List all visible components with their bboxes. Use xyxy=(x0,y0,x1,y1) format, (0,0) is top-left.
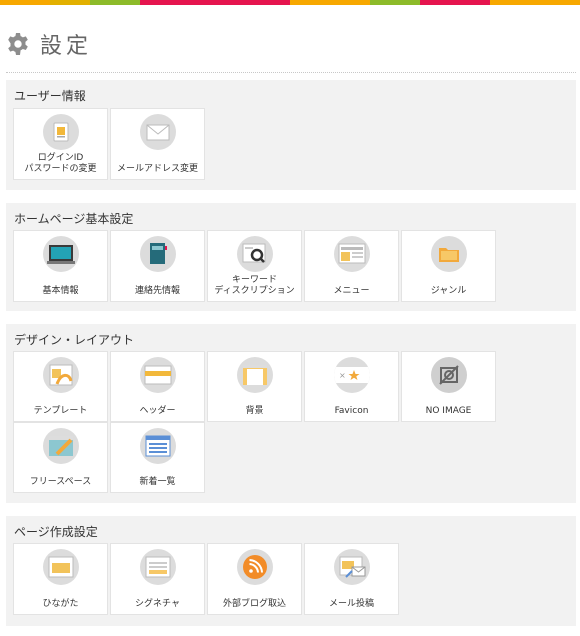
tile-favicon[interactable]: × Favicon xyxy=(304,351,399,422)
section-design-layout: デザイン・レイアウト テンプレート ヘッダー 背景 × Favicon NO I… xyxy=(6,324,576,503)
news-list-icon xyxy=(140,428,176,464)
top-color-segment xyxy=(290,0,370,5)
mail-post-icon xyxy=(334,549,370,585)
tile-template[interactable]: テンプレート xyxy=(13,351,108,422)
signature-icon xyxy=(140,549,176,585)
tile-label: 背景 xyxy=(245,406,264,416)
notebook-icon xyxy=(140,236,176,272)
keyword-search-icon xyxy=(237,236,273,272)
tile-label: キーワード ディスクリプション xyxy=(214,275,295,296)
tile-genre[interactable]: ジャンル xyxy=(401,230,496,302)
page-title: 設定 xyxy=(40,34,93,59)
top-color-segment xyxy=(0,0,50,5)
favicon-icon: × xyxy=(334,357,370,393)
tile-label: メールアドレス変更 xyxy=(116,164,198,174)
header-icon xyxy=(140,357,176,393)
tile-menu[interactable]: メニュー xyxy=(304,230,399,302)
tile-news-list[interactable]: 新着一覧 xyxy=(110,422,205,493)
tile-label: メニュー xyxy=(333,286,370,296)
section-title: ページ作成設定 xyxy=(14,525,98,539)
folder-icon xyxy=(431,236,467,272)
tile-external-blog[interactable]: 外部ブログ取込 xyxy=(207,543,302,615)
top-color-segment xyxy=(370,0,420,5)
background-icon xyxy=(237,357,273,393)
tile-signature[interactable]: シグネチャ xyxy=(110,543,205,615)
section-title: デザイン・レイアウト xyxy=(14,333,135,347)
tile-contact-info[interactable]: 連絡先情報 xyxy=(110,230,205,302)
top-color-segment xyxy=(230,0,290,5)
tile-label: ログインID パスワードの変更 xyxy=(24,153,97,174)
tile-mail-change[interactable]: メールアドレス変更 xyxy=(110,108,205,180)
tile-label: 連絡先情報 xyxy=(134,286,180,296)
tile-free-space[interactable]: フリースペース xyxy=(13,422,108,493)
tile-label: ヘッダー xyxy=(139,406,176,416)
tile-header[interactable]: ヘッダー xyxy=(110,351,205,422)
page-header: 設定 xyxy=(6,30,93,59)
svg-text:×: × xyxy=(339,371,346,380)
tile-basic-info[interactable]: 基本情報 xyxy=(13,230,108,302)
tile-keyword-description[interactable]: キーワード ディスクリプション xyxy=(207,230,302,302)
section-title: ユーザー情報 xyxy=(14,89,86,103)
template-icon xyxy=(43,357,79,393)
top-color-segment xyxy=(420,0,490,5)
page-template-icon xyxy=(43,549,79,585)
no-image-icon xyxy=(431,357,467,393)
login-id-icon xyxy=(43,114,79,150)
tile-label: 基本情報 xyxy=(42,286,79,296)
top-color-segment xyxy=(50,0,90,5)
top-color-segment xyxy=(490,0,580,5)
tile-label: シグネチャ xyxy=(135,599,180,609)
tile-label: フリースペース xyxy=(29,477,92,487)
section-homepage-basic: ホームページ基本設定 基本情報 連絡先情報 キーワード ディスクリプション メニ… xyxy=(6,203,576,311)
tile-background[interactable]: 背景 xyxy=(207,351,302,422)
gear-icon xyxy=(8,33,28,55)
tile-login-id[interactable]: ログインID パスワードの変更 xyxy=(13,108,108,180)
section-title: ホームページ基本設定 xyxy=(14,212,134,226)
tile-no-image[interactable]: NO IMAGE xyxy=(401,351,496,422)
section-page-creation: ページ作成設定 ひながた シグネチャ 外部ブログ取込 メール投稿 xyxy=(6,516,576,626)
tile-mail-post[interactable]: メール投稿 xyxy=(304,543,399,615)
tile-page-template[interactable]: ひながた xyxy=(13,543,108,615)
menu-icon xyxy=(334,236,370,272)
monitor-icon xyxy=(43,236,79,272)
tile-label: ジャンル xyxy=(430,286,467,296)
tile-label: メール投稿 xyxy=(328,599,374,609)
top-color-segment xyxy=(90,0,140,5)
rss-icon xyxy=(237,549,273,585)
tile-label: Favicon xyxy=(334,406,369,416)
tile-label: ひながた xyxy=(42,599,79,609)
top-color-bar xyxy=(0,0,580,5)
tile-label: 新着一覧 xyxy=(139,477,176,487)
free-space-icon xyxy=(43,428,79,464)
mail-icon xyxy=(140,114,176,150)
top-color-segment xyxy=(140,0,230,5)
section-user-info: ユーザー情報 ログインID パスワードの変更 メールアドレス変更 xyxy=(6,80,576,190)
tile-label: テンプレート xyxy=(33,406,88,416)
tile-label: NO IMAGE xyxy=(425,406,472,416)
header-divider xyxy=(6,72,576,73)
tile-label: 外部ブログ取込 xyxy=(222,599,286,609)
